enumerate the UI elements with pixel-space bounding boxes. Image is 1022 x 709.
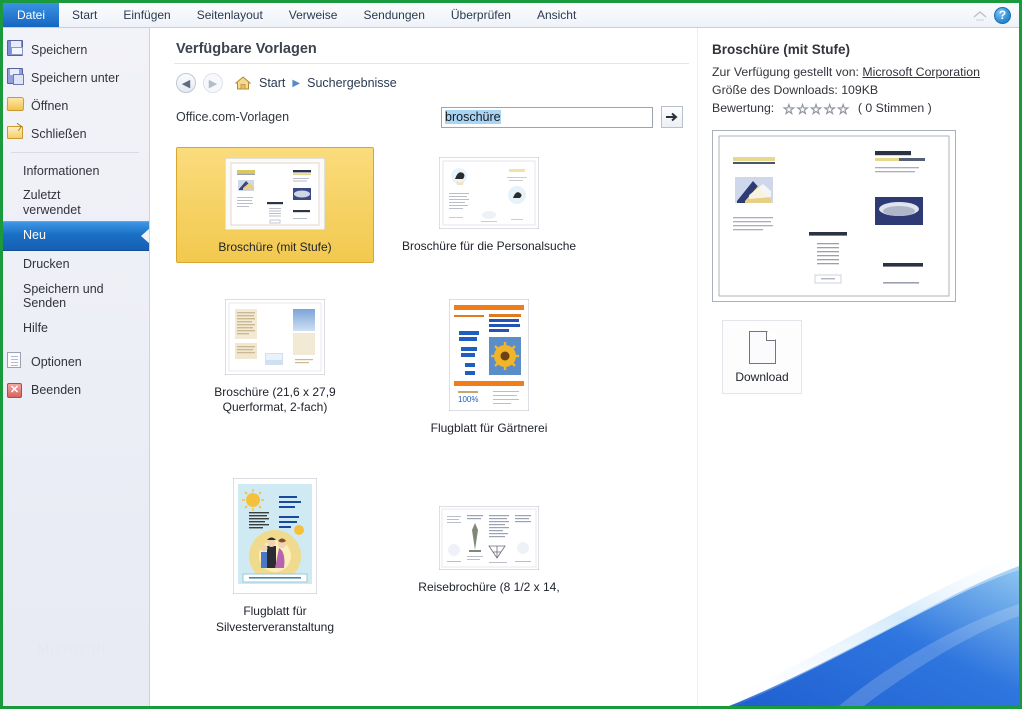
svg-text:100%: 100% xyxy=(458,395,478,404)
detail-size-label: Größe des Downloads: xyxy=(712,83,838,97)
tab-label: Datei xyxy=(17,8,46,22)
detail-title: Broschüre (mit Stufe) xyxy=(712,42,851,57)
star-icon[interactable]: ☆ xyxy=(782,102,795,117)
backstage-sidebar: Speichern Speichern unter Öffnen Schließ… xyxy=(3,28,150,706)
detail-rating-label: Bewertung: xyxy=(712,101,775,115)
detail-rating-votes: ( 0 Stimmen ) xyxy=(857,101,932,115)
sidebar-item-beenden[interactable]: ✕ Beenden xyxy=(3,376,149,404)
sidebar-item-speichern-unter[interactable]: Speichern unter xyxy=(3,64,149,92)
template-card-brochure-step[interactable]: Broschüre (mit Stufe) xyxy=(176,147,374,263)
template-label: Flugblatt für Gärtnerei xyxy=(430,420,548,435)
download-label: Download xyxy=(735,369,789,384)
template-thumbnail xyxy=(439,506,539,571)
template-thumbnail: 100% xyxy=(449,298,529,411)
save-icon xyxy=(7,40,25,60)
document-page-icon xyxy=(748,330,776,364)
sidebar-item-speichern[interactable]: Speichern xyxy=(3,36,149,64)
detail-rating-row: Bewertung: ☆ ☆ ☆ ☆ ☆ ( 0 Stimmen ) xyxy=(698,99,1019,118)
sidebar-item-drucken[interactable]: Drucken xyxy=(3,251,149,279)
template-card-brochure-landscape[interactable]: Broschüre (21,6 x 27,9 Querformat, 2-fac… xyxy=(176,289,374,443)
sidebar-item-label: Neu xyxy=(23,228,46,243)
template-row: Broschüre (21,6 x 27,9 Querformat, 2-fac… xyxy=(176,289,674,443)
template-card-brochure-travel[interactable]: Reisebrochüre (8 1/2 x 14, xyxy=(390,468,588,641)
sidebar-item-neu[interactable]: Neu xyxy=(3,220,149,251)
template-label: Broschüre (mit Stufe) xyxy=(218,240,332,254)
word-backstage-window: Datei Start Einfügen Seitenlayout Verwei… xyxy=(0,0,1022,709)
save-as-icon xyxy=(7,68,25,88)
tab-datei[interactable]: Datei xyxy=(3,3,60,27)
template-grid: Broschüre (mit Stufe) Broschüre für die … xyxy=(176,147,674,706)
sidebar-item-label: Speichern xyxy=(31,42,88,57)
template-card-flyer-newyear[interactable]: Flugblatt für Silvesterveranstaltung xyxy=(176,468,374,641)
sidebar-watermark: Microsoft xyxy=(37,641,107,658)
exit-icon: ✕ xyxy=(7,382,25,398)
template-thumbnail xyxy=(439,157,539,229)
template-label: Reisebrochüre (8 1/2 x 14, xyxy=(418,580,560,595)
template-thumbnail xyxy=(225,298,325,375)
sidebar-item-zuletzt-verwendet[interactable]: Zuletzt verwendet xyxy=(3,185,108,221)
detail-size-value: 109KB xyxy=(841,83,879,97)
sidebar-item-label: Zuletzt verwendet xyxy=(23,188,81,217)
detail-provider-label: Zur Verfügung gestellt von: xyxy=(712,65,859,79)
sidebar-item-label: Hilfe xyxy=(23,320,49,335)
rating-stars[interactable]: ☆ ☆ ☆ ☆ ☆ xyxy=(782,102,850,117)
sidebar-item-hilfe[interactable]: Hilfe xyxy=(3,314,149,342)
template-card-flyer-garden[interactable]: 100% Flugblatt für Gärtnerei xyxy=(390,289,588,443)
sidebar-item-label: Speichern unter xyxy=(31,70,120,85)
star-icon[interactable]: ☆ xyxy=(837,102,850,117)
sidebar-item-label: Beenden xyxy=(31,382,82,397)
tab-start[interactable]: Start xyxy=(59,3,110,27)
template-row: Broschüre (mit Stufe) Broschüre für die … xyxy=(176,147,674,263)
sidebar-item-label: Drucken xyxy=(23,257,70,272)
sidebar-item-label: Speichern und Senden xyxy=(23,281,104,311)
star-icon[interactable]: ☆ xyxy=(796,102,809,117)
template-preview-image xyxy=(712,130,956,302)
template-label: Flugblatt für Silvesterveranstaltung xyxy=(215,604,335,634)
tab-label: Start xyxy=(72,8,98,22)
close-folder-icon xyxy=(7,125,25,143)
sidebar-item-optionen[interactable]: Optionen xyxy=(3,348,149,376)
sidebar-item-label: Informationen xyxy=(23,163,100,178)
detail-provider-row: Zur Verfügung gestellt von: Microsoft Co… xyxy=(698,63,1019,81)
template-label: Broschüre (21,6 x 27,9 Querformat, 2-fac… xyxy=(214,384,336,415)
sidebar-item-label: Schließen xyxy=(31,126,87,141)
template-thumbnail xyxy=(233,478,317,595)
detail-size-row: Größe des Downloads: 109KB xyxy=(698,81,1019,99)
sidebar-item-label: Optionen xyxy=(31,354,82,369)
options-icon xyxy=(7,352,25,372)
template-thumbnail xyxy=(225,158,325,230)
detail-provider-link[interactable]: Microsoft Corporation xyxy=(862,65,980,79)
sidebar-divider xyxy=(11,152,139,153)
sidebar-item-label: Öffnen xyxy=(31,98,69,113)
template-label: Broschüre für die Personalsuche xyxy=(401,239,577,253)
sidebar-item-schliessen[interactable]: Schließen xyxy=(3,120,149,148)
template-details-panel: Broschüre (mit Stufe) Zur Verfügung gest… xyxy=(697,28,1019,706)
open-folder-icon xyxy=(6,97,25,115)
sidebar-item-oeffnen[interactable]: Öffnen xyxy=(3,92,149,120)
star-icon[interactable]: ☆ xyxy=(809,102,822,117)
star-icon[interactable]: ☆ xyxy=(823,102,836,117)
download-button[interactable]: Download xyxy=(722,320,802,394)
sidebar-item-speichern-und-senden[interactable]: Speichern und Senden xyxy=(3,279,123,315)
template-row: Flugblatt für Silvesterveranstaltung Rei… xyxy=(176,468,674,641)
sidebar-item-informationen[interactable]: Informationen xyxy=(3,157,149,185)
template-card-brochure-recruiting[interactable]: Broschüre für die Personalsuche xyxy=(390,147,588,263)
